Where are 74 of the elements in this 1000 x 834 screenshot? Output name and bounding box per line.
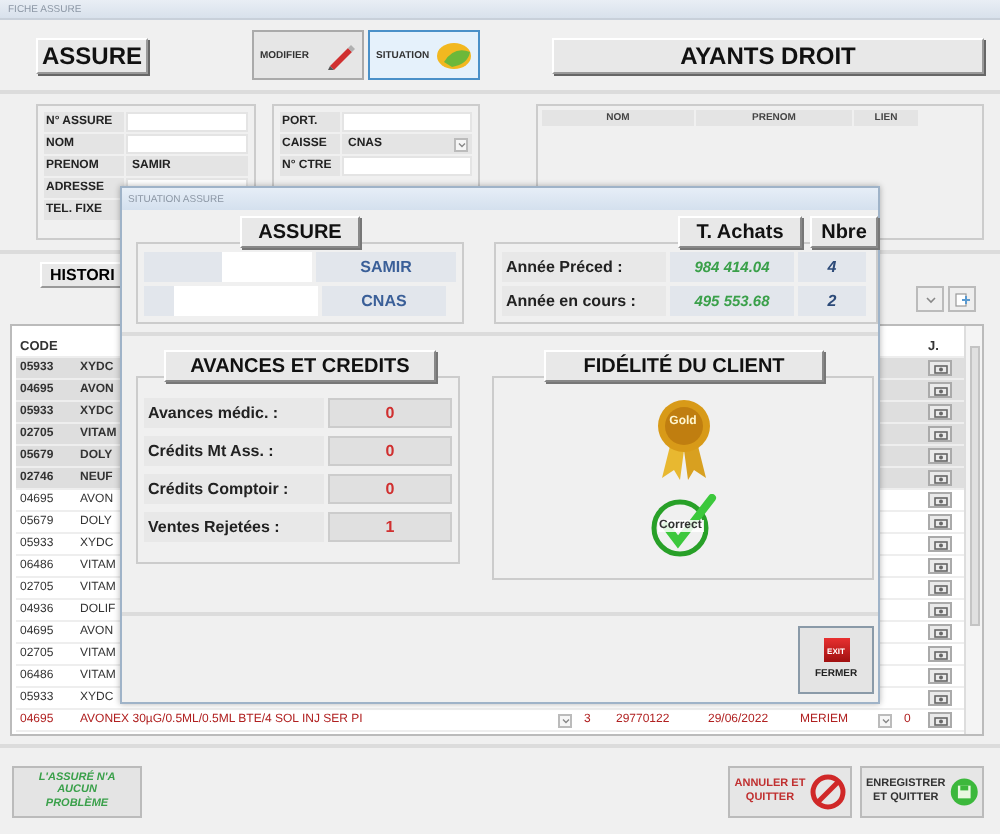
row-action-button[interactable]: [928, 690, 952, 706]
purchase-count: 2: [798, 286, 866, 316]
row-action-button[interactable]: [928, 470, 952, 486]
camera-icon: [933, 495, 947, 505]
row-action-button[interactable]: [928, 602, 952, 618]
row-action-button[interactable]: [928, 382, 952, 398]
camera-icon: [933, 429, 947, 439]
row-action-button[interactable]: [928, 514, 952, 530]
input-field[interactable]: [222, 252, 312, 282]
row-label: Crédits Mt Ass. :: [144, 436, 324, 466]
camera-icon: [933, 715, 947, 725]
row-action-button[interactable]: [928, 558, 952, 574]
row-action-button[interactable]: [928, 492, 952, 508]
input-field[interactable]: [126, 112, 248, 132]
camera-icon: [933, 517, 947, 527]
section-title: ASSURE: [240, 216, 360, 248]
field-value: CNAS: [322, 286, 446, 316]
pencil-icon: [324, 39, 356, 71]
row-action-button[interactable]: [928, 624, 952, 640]
camera-icon: [933, 671, 947, 681]
camera-icon: [933, 605, 947, 615]
input-field[interactable]: [342, 156, 472, 176]
add-button[interactable]: [948, 286, 976, 312]
caret-icon: [457, 141, 465, 147]
row-label: Année Préced :: [502, 252, 666, 282]
row-label: Avances médic. :: [144, 398, 324, 428]
camera-icon: [933, 561, 947, 571]
dropdown-toggle[interactable]: [558, 713, 572, 727]
row-action-button[interactable]: [928, 404, 952, 420]
row-label: Crédits Comptoir :: [144, 474, 324, 504]
row-action-button[interactable]: [928, 580, 952, 596]
column-header: Nbre: [810, 216, 878, 248]
input-field[interactable]: [126, 134, 248, 154]
row-action-button[interactable]: [928, 646, 952, 662]
chart-icon: [436, 41, 472, 69]
section-title: AYANTS DROIT: [552, 37, 984, 73]
caret-icon: [881, 717, 889, 723]
row-action-button[interactable]: [928, 448, 952, 464]
caret-icon: [561, 717, 569, 723]
camera-icon: [933, 451, 947, 461]
row-action-button[interactable]: [928, 712, 952, 728]
row-action-button[interactable]: [928, 668, 952, 684]
camera-icon: [933, 407, 947, 417]
caret-icon: [925, 295, 935, 303]
section-title: ASSURE: [36, 37, 148, 73]
prohibited-icon: [810, 773, 846, 809]
document-icon: [954, 291, 970, 307]
camera-icon: [933, 649, 947, 659]
dropdown-toggle[interactable]: [878, 713, 892, 727]
purchase-count: 4: [798, 252, 866, 282]
camera-icon: [933, 693, 947, 703]
row-action-button[interactable]: [928, 360, 952, 376]
dropdown-toggle[interactable]: [454, 137, 468, 151]
field-value: SAMIR: [316, 252, 456, 282]
section-title: AVANCES ET CREDITS: [164, 350, 436, 382]
row-action-button[interactable]: [928, 426, 952, 442]
row-action-button[interactable]: [928, 536, 952, 552]
input-field[interactable]: [342, 112, 472, 132]
row-label: Année en cours :: [502, 286, 666, 316]
row-label: Ventes Rejetées :: [144, 512, 324, 542]
credit-value: 0: [328, 474, 452, 504]
camera-icon: [933, 385, 947, 395]
credit-value: 0: [328, 398, 452, 428]
camera-icon: [933, 473, 947, 483]
credit-value: 0: [328, 436, 452, 466]
camera-icon: [933, 539, 947, 549]
floppy-disk-icon: [949, 773, 978, 809]
credit-value: 1: [328, 512, 452, 542]
camera-icon: [933, 627, 947, 637]
camera-icon: [933, 583, 947, 593]
input-field[interactable]: [174, 286, 318, 316]
camera-icon: [933, 363, 947, 373]
column-header: T. Achats: [678, 216, 802, 248]
section-title: FIDÉLITÉ DU CLIENT: [544, 350, 824, 382]
